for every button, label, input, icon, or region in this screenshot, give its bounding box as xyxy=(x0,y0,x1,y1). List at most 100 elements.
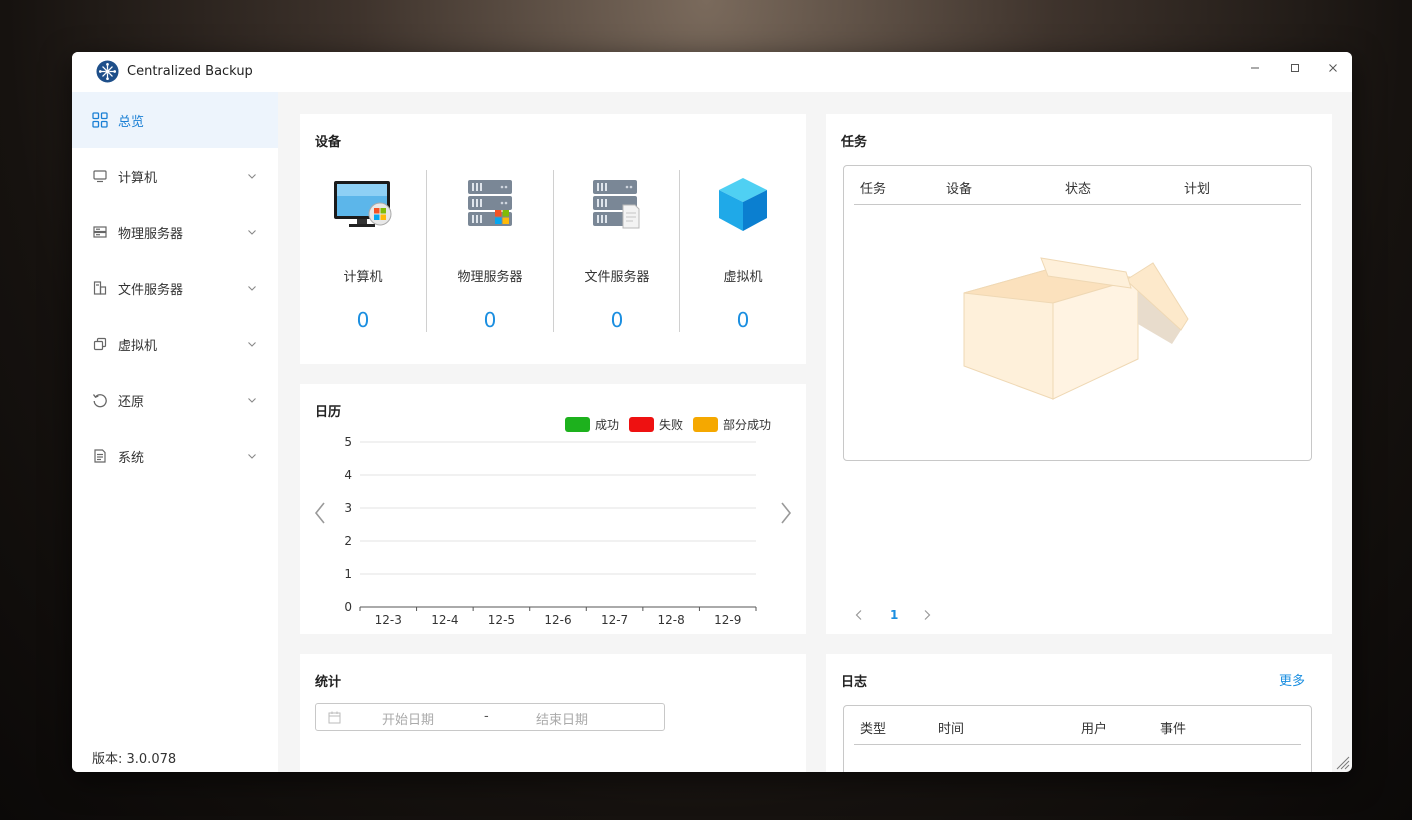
x-tick-label: 12-7 xyxy=(601,613,628,627)
device-count: 0 xyxy=(610,308,624,332)
calendar-card: 日历 成功 失败 部分成功 0 1 2 3 4 5 12-3 12-4 12-5 12-6 12-7… xyxy=(300,384,806,634)
end-date-input[interactable]: 结束日期 xyxy=(536,709,588,728)
file-server-icon xyxy=(93,281,107,295)
sidebar-item-file-servers[interactable]: 文件服务器 xyxy=(72,260,278,316)
physical-server-icon xyxy=(468,180,512,226)
title-bar: Centralized Backup xyxy=(72,52,1352,92)
y-tick-label: 0 xyxy=(344,600,352,614)
y-tick-label: 5 xyxy=(344,435,352,449)
x-tick-label: 12-3 xyxy=(375,613,402,627)
version-label: 版本: 3.0.078 xyxy=(92,752,177,767)
chevron-down-icon xyxy=(248,342,256,347)
device-label: 物理服务器 xyxy=(457,270,523,285)
pagination-prev-icon[interactable] xyxy=(852,608,866,622)
device-count: 0 xyxy=(736,308,750,332)
app-logo-icon xyxy=(96,60,119,83)
column-header-type[interactable]: 类型 xyxy=(860,718,886,737)
date-range-picker[interactable]: 开始日期 - 结束日期 xyxy=(315,703,665,731)
devices-title: 设备 xyxy=(315,135,342,150)
calendar-title: 日历 xyxy=(315,405,342,420)
tasks-table: 任务 设备 状态 计划 xyxy=(843,165,1312,461)
file-server-device-icon xyxy=(593,180,640,229)
sidebar-item-label: 总览 xyxy=(118,114,145,130)
device-count: 0 xyxy=(356,308,370,332)
table-header-divider xyxy=(854,744,1301,745)
empty-box-icon xyxy=(963,257,1189,400)
column-header-time[interactable]: 时间 xyxy=(938,718,964,737)
sidebar-item-label: 虚拟机 xyxy=(118,338,158,354)
column-header-status[interactable]: 状态 xyxy=(1065,178,1091,197)
maximize-button[interactable] xyxy=(1282,57,1308,79)
device-computers[interactable]: 计算机 0 xyxy=(300,170,426,332)
device-label: 计算机 xyxy=(343,270,383,285)
devices-card: 设备 计算机 0 物理服务器 0 文件服务器 0 虚拟机 0 xyxy=(300,114,806,364)
server-icon xyxy=(93,226,107,238)
chevron-right-icon[interactable] xyxy=(774,500,798,526)
system-icon xyxy=(94,449,106,463)
y-tick-label: 1 xyxy=(344,567,352,581)
pagination-next-icon[interactable] xyxy=(920,608,934,622)
x-tick-label: 12-6 xyxy=(544,613,571,627)
legend-item[interactable]: 成功 xyxy=(565,416,619,432)
column-header-device[interactable]: 设备 xyxy=(946,178,972,197)
chevron-down-icon xyxy=(248,286,256,291)
sidebar-item-system[interactable]: 系统 xyxy=(72,428,278,484)
device-label: 文件服务器 xyxy=(584,270,650,285)
chevron-down-icon xyxy=(248,174,256,179)
device-file-servers[interactable]: 文件服务器 0 xyxy=(554,170,680,332)
app-window: Centralized Backup 总览 计算机 物理服务器 文件服务器 虚拟… xyxy=(72,52,1352,772)
statistics-card: 统计 开始日期 - 结束日期 xyxy=(300,654,806,772)
column-header-user[interactable]: 用户 xyxy=(1081,718,1107,737)
sidebar-item-physical-servers[interactable]: 物理服务器 xyxy=(72,204,278,260)
tasks-card: 任务 任务 设备 状态 计划 1 xyxy=(826,114,1332,634)
resize-grip-icon[interactable] xyxy=(1334,754,1350,770)
legend-swatch xyxy=(693,416,718,432)
chevron-down-icon xyxy=(248,230,256,235)
column-header-event[interactable]: 事件 xyxy=(1160,718,1186,737)
sidebar-item-label: 系统 xyxy=(118,450,145,466)
column-header-task[interactable]: 任务 xyxy=(860,178,886,197)
logs-table: 类型 时间 用户 事件 xyxy=(843,705,1312,772)
sidebar-item-restore[interactable]: 还原 xyxy=(72,372,278,428)
restore-icon xyxy=(92,394,107,408)
statistics-title: 统计 xyxy=(315,675,342,690)
x-tick-label: 12-4 xyxy=(431,613,458,627)
legend-item[interactable]: 失败 xyxy=(629,416,683,432)
logs-card: 日志 更多 类型 时间 用户 事件 xyxy=(826,654,1332,772)
sidebar-item-label: 计算机 xyxy=(118,170,158,186)
app-title: Centralized Backup xyxy=(127,64,253,79)
vm-cube-icon xyxy=(719,178,767,231)
legend-item[interactable]: 部分成功 xyxy=(693,416,771,432)
y-tick-label: 3 xyxy=(344,501,352,515)
legend-label: 成功 xyxy=(595,417,620,432)
legend-swatch xyxy=(629,416,654,432)
pagination-page[interactable]: 1 xyxy=(890,608,898,622)
sidebar: 总览 计算机 物理服务器 文件服务器 虚拟机 还原 系统 版本: 3.0.078 xyxy=(72,92,278,772)
computer-icon xyxy=(334,181,392,227)
device-virtual-machines[interactable]: 虚拟机 0 xyxy=(680,170,806,332)
sidebar-item-computers[interactable]: 计算机 xyxy=(72,148,278,204)
table-header-divider xyxy=(854,204,1301,205)
start-date-input[interactable]: 开始日期 xyxy=(382,709,434,728)
date-separator: - xyxy=(484,709,489,724)
y-tick-label: 4 xyxy=(344,468,352,482)
monitor-icon xyxy=(93,170,107,183)
dashboard-icon xyxy=(92,112,108,128)
x-tick-label: 12-8 xyxy=(658,613,685,627)
vm-icon xyxy=(93,337,107,351)
sidebar-item-overview[interactable]: 总览 xyxy=(72,92,278,148)
chevron-down-icon xyxy=(248,398,256,403)
x-tick-label: 12-5 xyxy=(488,613,515,627)
minimize-button[interactable] xyxy=(1242,57,1268,79)
tasks-title: 任务 xyxy=(841,135,868,150)
close-button[interactable] xyxy=(1320,57,1346,79)
device-physical-servers[interactable]: 物理服务器 0 xyxy=(427,170,553,332)
sidebar-item-virtual-machines[interactable]: 虚拟机 xyxy=(72,316,278,372)
logs-title: 日志 xyxy=(841,675,868,690)
legend-swatch xyxy=(565,416,590,432)
sidebar-item-label: 物理服务器 xyxy=(118,226,184,242)
column-header-schedule[interactable]: 计划 xyxy=(1184,178,1210,197)
legend-label: 部分成功 xyxy=(723,417,772,432)
logs-more-link[interactable]: 更多 xyxy=(1279,670,1305,689)
y-tick-label: 2 xyxy=(344,534,352,548)
